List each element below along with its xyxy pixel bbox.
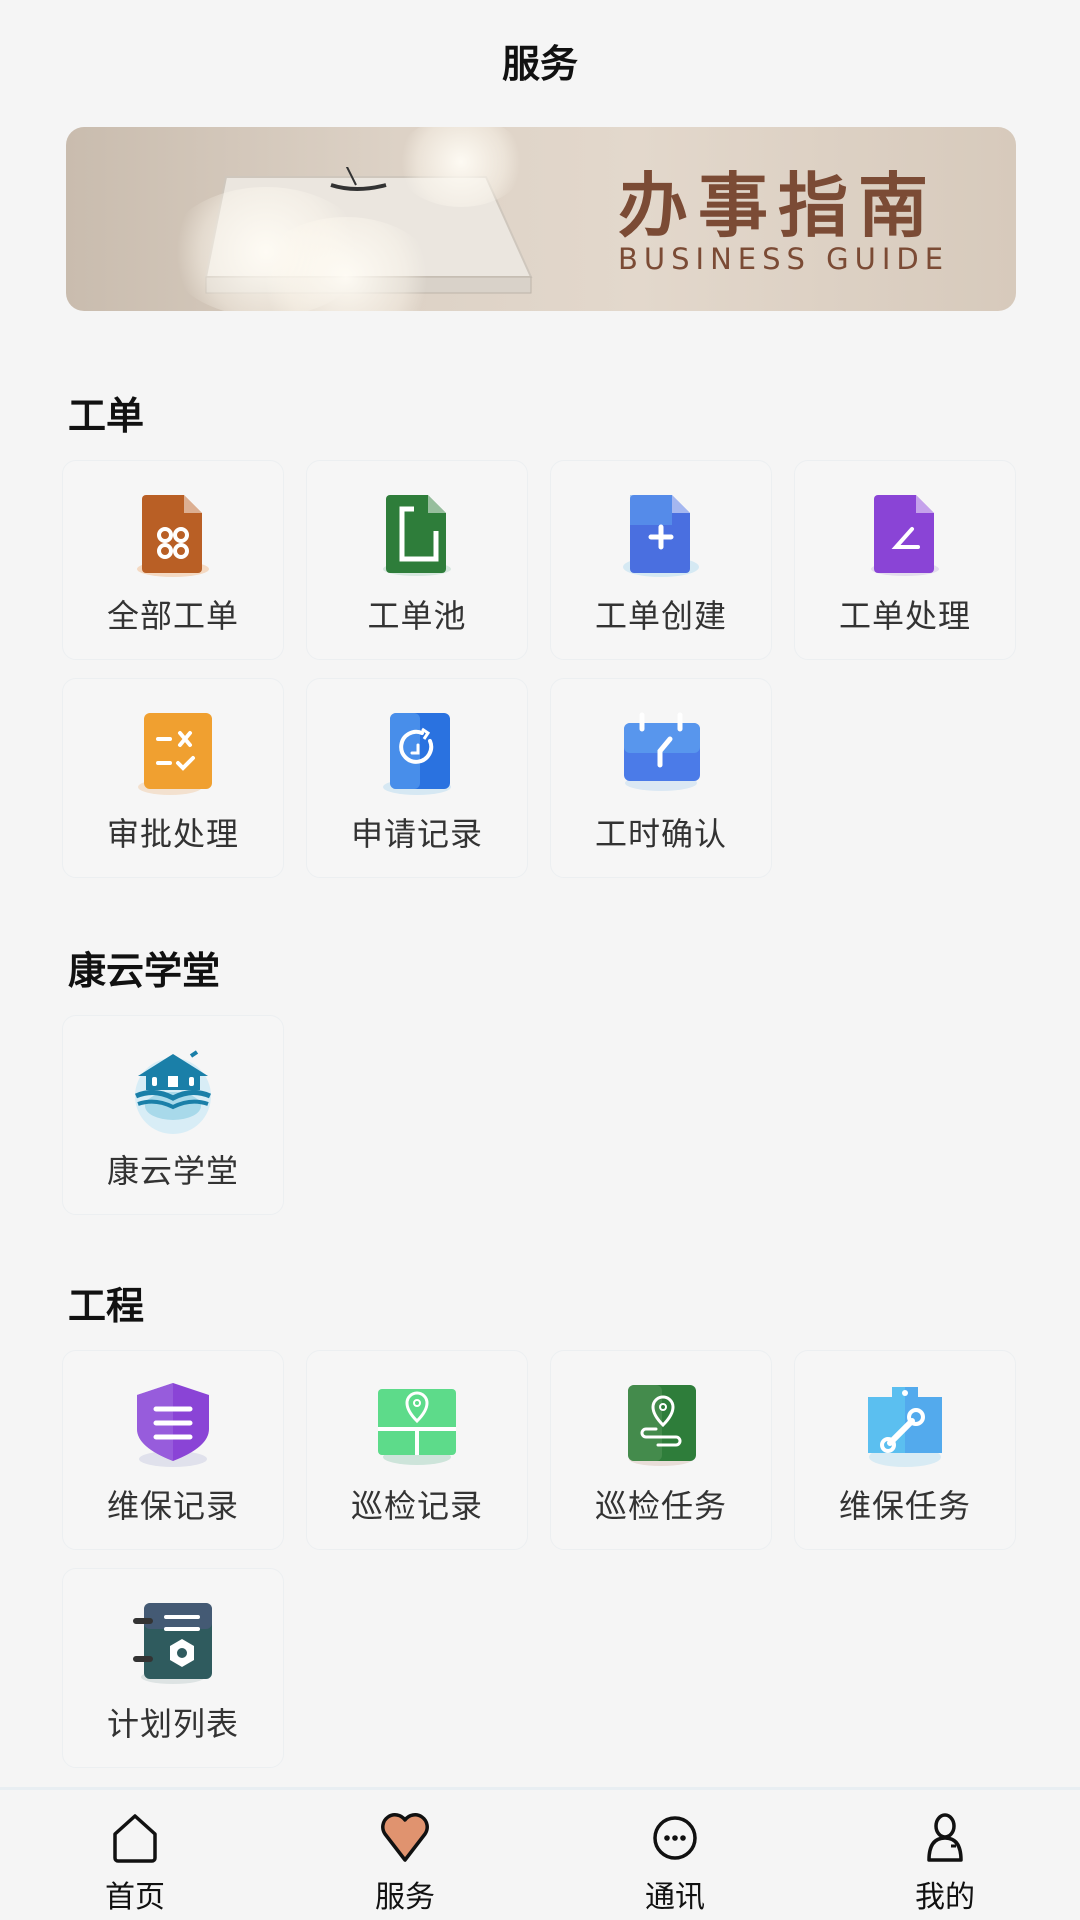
work-orders-grid: 全部工单 工单池 工单创建 工单处理 审批处理 申请记录 工时确认 xyxy=(62,460,1016,878)
academy-grid: 康云学堂 xyxy=(62,1015,1016,1215)
tile-label: 计划列表 xyxy=(106,1705,239,1743)
tile-hours-confirm[interactable]: 工时确认 xyxy=(550,678,772,878)
tile-plan-list[interactable]: 计划列表 xyxy=(62,1568,284,1768)
tab-label: 通讯 xyxy=(645,1880,705,1915)
tile-label: 工单处理 xyxy=(838,597,971,635)
wrench-clipboard-icon xyxy=(860,1379,950,1469)
approval-icon xyxy=(128,707,218,797)
section-title-work-orders: 工单 xyxy=(68,394,145,438)
page-title: 服务 xyxy=(501,41,578,86)
school-book-icon xyxy=(128,1044,218,1134)
tile-inspection-records[interactable]: 巡检记录 xyxy=(306,1350,528,1550)
tab-services[interactable]: 服务 xyxy=(270,1790,540,1920)
tab-home[interactable]: 首页 xyxy=(0,1790,270,1920)
top-header: 服务 xyxy=(0,0,1080,120)
tile-application-history[interactable]: 申请记录 xyxy=(306,678,528,878)
person-icon xyxy=(915,1812,975,1864)
tile-label: 维保任务 xyxy=(838,1487,971,1525)
tab-label: 我的 xyxy=(915,1880,975,1915)
tile-label: 工单池 xyxy=(367,597,467,635)
history-icon xyxy=(372,707,462,797)
tile-all-orders[interactable]: 全部工单 xyxy=(62,460,284,660)
chat-icon xyxy=(645,1812,705,1864)
banner-subtitle: BUSINESS GUIDE xyxy=(618,242,950,276)
shield-list-icon xyxy=(128,1379,218,1469)
route-pin-icon xyxy=(616,1379,706,1469)
tile-create-order[interactable]: 工单创建 xyxy=(550,460,772,660)
tile-label: 维保记录 xyxy=(106,1487,239,1525)
plan-notebook-icon xyxy=(128,1597,218,1687)
tile-maintenance-records[interactable]: 维保记录 xyxy=(62,1350,284,1550)
section-title-engineering: 工程 xyxy=(68,1284,145,1328)
tile-inspection-tasks[interactable]: 巡检任务 xyxy=(550,1350,772,1550)
tile-label: 工时确认 xyxy=(594,815,727,853)
tile-label: 全部工单 xyxy=(106,597,239,635)
calendar-time-icon xyxy=(616,707,706,797)
home-icon xyxy=(105,1812,165,1864)
tile-label: 工单创建 xyxy=(594,597,727,635)
section-title-academy: 康云学堂 xyxy=(68,949,221,993)
tile-label: 康云学堂 xyxy=(106,1152,239,1190)
tile-label: 审批处理 xyxy=(106,815,239,853)
banner-title: 办事指南 xyxy=(618,165,938,247)
heart-icon xyxy=(375,1812,435,1864)
tile-label: 巡检记录 xyxy=(350,1487,483,1525)
tile-process-order[interactable]: 工单处理 xyxy=(794,460,1016,660)
all-orders-icon xyxy=(128,489,218,579)
tab-messages[interactable]: 通讯 xyxy=(540,1790,810,1920)
tab-label: 服务 xyxy=(375,1880,435,1915)
order-pool-icon xyxy=(372,489,462,579)
tile-label: 申请记录 xyxy=(350,815,483,853)
tile-academy[interactable]: 康云学堂 xyxy=(62,1015,284,1215)
tile-approval[interactable]: 审批处理 xyxy=(62,678,284,878)
business-guide-banner[interactable]: 办事指南 BUSINESS GUIDE xyxy=(66,127,1016,311)
tab-profile[interactable]: 我的 xyxy=(810,1790,1080,1920)
engineering-grid: 维保记录 巡检记录 巡检任务 维保任务 计划列表 xyxy=(62,1350,1016,1768)
tab-label: 首页 xyxy=(105,1880,165,1915)
bottom-tab-bar: 首页 服务 通讯 我的 xyxy=(0,1787,1080,1920)
tile-label: 巡检任务 xyxy=(594,1487,727,1525)
tile-order-pool[interactable]: 工单池 xyxy=(306,460,528,660)
map-pin-icon xyxy=(372,1379,462,1469)
tile-maintenance-tasks[interactable]: 维保任务 xyxy=(794,1350,1016,1550)
process-order-icon xyxy=(860,489,950,579)
create-order-icon xyxy=(616,489,706,579)
